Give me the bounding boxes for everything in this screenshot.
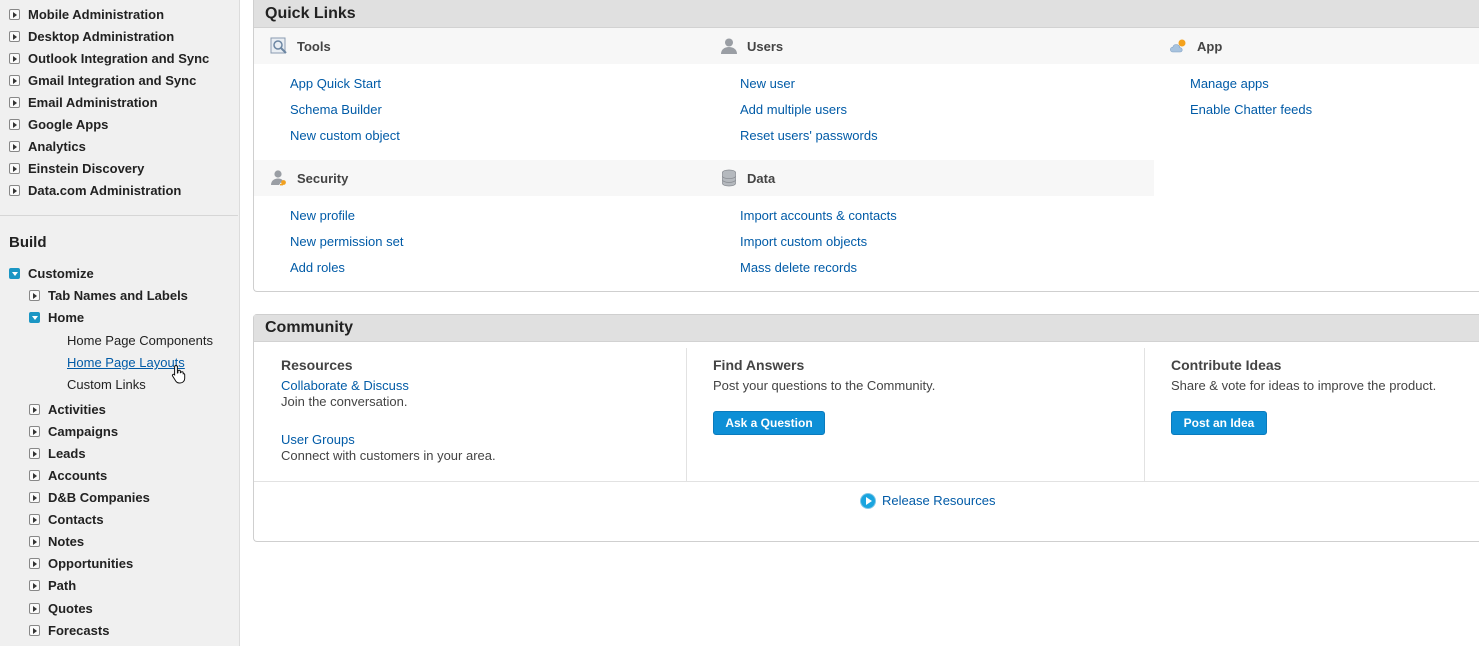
quick-links-title: Quick Links	[254, 0, 1479, 28]
sidebar-item-outlook-integration[interactable]: Outlook Integration and Sync	[9, 49, 209, 67]
link-user-groups[interactable]: User Groups	[281, 432, 355, 447]
expand-icon	[9, 162, 20, 174]
expand-icon	[9, 96, 20, 108]
community-divider	[254, 481, 1479, 482]
sidebar-item-analytics[interactable]: Analytics	[9, 137, 86, 155]
sidebar-link-home-page-components[interactable]: Home Page Components	[67, 333, 213, 348]
expand-icon	[29, 447, 40, 459]
link-mass-delete-records[interactable]: Mass delete records	[740, 260, 857, 275]
collapse-icon	[29, 311, 40, 323]
sidebar-item-gmail-integration[interactable]: Gmail Integration and Sync	[9, 71, 196, 89]
expand-icon	[29, 425, 40, 437]
release-resources-link[interactable]: Release Resources	[861, 493, 995, 508]
users-heading: Users	[720, 37, 783, 55]
sidebar-link-custom-links[interactable]: Custom Links	[67, 377, 146, 392]
sidebar-item-datacom-administration[interactable]: Data.com Administration	[9, 181, 181, 199]
resources-heading: Resources	[281, 357, 353, 373]
sidebar-item-einstein-discovery[interactable]: Einstein Discovery	[9, 159, 144, 177]
link-collaborate-discuss[interactable]: Collaborate & Discuss	[281, 378, 409, 393]
link-add-roles[interactable]: Add roles	[290, 260, 345, 275]
data-heading: Data	[720, 169, 775, 187]
expand-icon	[9, 8, 20, 20]
sidebar-item-activities[interactable]: Activities	[29, 400, 106, 418]
hand-cursor-icon	[171, 364, 186, 384]
app-heading: App	[1170, 37, 1222, 55]
expand-icon	[29, 491, 40, 503]
link-add-multiple-users[interactable]: Add multiple users	[740, 102, 847, 117]
sidebar-item-google-apps[interactable]: Google Apps	[9, 115, 108, 133]
database-icon	[722, 169, 736, 187]
expand-icon	[29, 403, 40, 415]
setup-sidebar: Mobile Administration Desktop Administra…	[0, 0, 240, 646]
sidebar-item-leads[interactable]: Leads	[29, 444, 86, 462]
tools-icon	[270, 37, 287, 54]
security-heading: Security	[270, 169, 348, 187]
link-import-accounts-contacts[interactable]: Import accounts & contacts	[740, 208, 897, 223]
app-cloud-icon	[1170, 39, 1186, 53]
sidebar-item-quotes[interactable]: Quotes	[29, 599, 93, 617]
expand-icon	[9, 74, 20, 86]
link-new-permission-set[interactable]: New permission set	[290, 234, 403, 249]
expand-icon	[29, 557, 40, 569]
link-enable-chatter-feeds[interactable]: Enable Chatter feeds	[1190, 102, 1312, 117]
find-answers-heading: Find Answers	[713, 357, 805, 373]
build-heading: Build	[9, 234, 47, 251]
quick-links-row1-header	[254, 28, 1479, 64]
link-new-profile[interactable]: New profile	[290, 208, 355, 223]
expand-icon	[29, 602, 40, 614]
expand-icon	[9, 52, 20, 64]
link-new-custom-object[interactable]: New custom object	[290, 128, 400, 143]
sidebar-link-home-page-layouts[interactable]: Home Page Layouts	[67, 355, 185, 370]
expand-icon	[29, 513, 40, 525]
sidebar-item-notes[interactable]: Notes	[29, 532, 84, 550]
column-divider	[686, 348, 687, 482]
expand-icon	[9, 140, 20, 152]
link-import-custom-objects[interactable]: Import custom objects	[740, 234, 867, 249]
link-new-user[interactable]: New user	[740, 76, 795, 91]
sidebar-item-path[interactable]: Path	[29, 576, 76, 594]
expand-icon	[9, 30, 20, 42]
expand-icon	[9, 118, 20, 130]
sidebar-item-mobile-administration[interactable]: Mobile Administration	[9, 5, 164, 23]
quick-links-row2-header	[254, 160, 1154, 196]
sidebar-item-email-administration[interactable]: Email Administration	[9, 93, 158, 111]
user-icon	[721, 38, 737, 54]
post-an-idea-button[interactable]: Post an Idea	[1171, 411, 1267, 435]
administer-group: Mobile Administration Desktop Administra…	[0, 0, 238, 216]
link-schema-builder[interactable]: Schema Builder	[290, 102, 382, 117]
sidebar-item-home[interactable]: Home	[29, 308, 84, 326]
column-divider	[1144, 348, 1145, 482]
tools-heading: Tools	[270, 37, 331, 55]
sidebar-item-customize[interactable]: Customize	[9, 264, 94, 282]
expand-icon	[29, 579, 40, 591]
community-panel: Community Resources Collaborate & Discus…	[253, 314, 1479, 542]
sidebar-item-opportunities[interactable]: Opportunities	[29, 554, 133, 572]
sidebar-item-forecasts[interactable]: Forecasts	[29, 621, 109, 639]
expand-icon	[9, 184, 20, 196]
quick-links-panel: Quick Links Tools App Quick Start Schema…	[253, 0, 1479, 292]
link-app-quick-start[interactable]: App Quick Start	[290, 76, 381, 91]
expand-icon	[29, 469, 40, 481]
security-user-key-icon	[271, 170, 286, 186]
expand-icon	[29, 535, 40, 547]
play-icon	[861, 493, 875, 508]
sidebar-item-db-companies[interactable]: D&B Companies	[29, 488, 150, 506]
collapse-icon	[9, 267, 20, 279]
link-manage-apps[interactable]: Manage apps	[1190, 76, 1269, 91]
resources-text-1: Join the conversation.	[281, 394, 408, 409]
community-title: Community	[254, 315, 1479, 342]
sidebar-item-contacts[interactable]: Contacts	[29, 510, 104, 528]
link-reset-passwords[interactable]: Reset users' passwords	[740, 128, 878, 143]
find-answers-text: Post your questions to the Community.	[713, 378, 936, 393]
sidebar-item-tab-names-and-labels[interactable]: Tab Names and Labels	[29, 286, 188, 304]
sidebar-item-accounts[interactable]: Accounts	[29, 466, 107, 484]
resources-text-2: Connect with customers in your area.	[281, 448, 496, 463]
ask-a-question-button[interactable]: Ask a Question	[713, 411, 825, 435]
sidebar-item-desktop-administration[interactable]: Desktop Administration	[9, 27, 174, 45]
expand-icon	[29, 289, 40, 301]
contribute-ideas-text: Share & vote for ideas to improve the pr…	[1171, 378, 1437, 393]
sidebar-item-campaigns[interactable]: Campaigns	[29, 422, 118, 440]
expand-icon	[29, 624, 40, 636]
contribute-ideas-heading: Contribute Ideas	[1171, 357, 1282, 373]
